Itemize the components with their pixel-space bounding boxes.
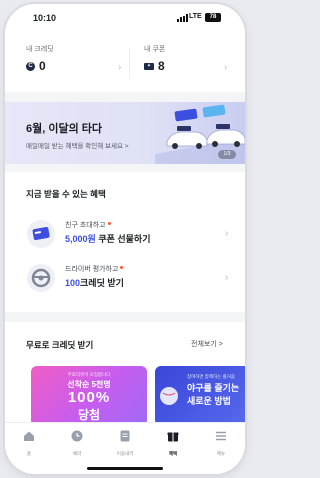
tab-label: 이용내역 [116, 451, 134, 456]
promo-banner[interactable]: 6월, 이달의 타다 매일매일 받는 혜택을 확인해 보세요 > 1/3 [5, 102, 245, 164]
card-small-text: 참여하면 함께하는 즐거움 [187, 374, 236, 379]
benefit-line1: 친구 초대하고 [65, 222, 106, 229]
chevron-right-icon: › [224, 62, 228, 73]
coupon-ticket-icon: ✦ [144, 62, 154, 70]
benefit-line2: 크레딧 받기 [80, 278, 124, 288]
stadium-illustration [160, 387, 178, 405]
card-line3: 당첨 [77, 408, 101, 422]
benefit-highlight: 5,000원 [65, 234, 96, 244]
notification-dot [120, 266, 124, 269]
card-small-text: 무료리뷰어 모집합니다 [67, 372, 111, 377]
tab-benefits[interactable]: 혜택 [153, 429, 193, 457]
card-big-text: 100% [67, 389, 111, 406]
my-coupon[interactable]: 내 쿠폰 ✦ 8 › [144, 44, 245, 84]
chevron-right-icon: › [225, 272, 229, 283]
wallet-summary: 내 크레딧 C 0 › 내 쿠폰 ✦ 8 › [5, 34, 245, 92]
phone-screen: 10:10 LTE 78 내 크레딧 C 0 › 내 쿠폰 ✦ 8 › 6월, … [5, 4, 245, 474]
tab-reservation[interactable]: 예약 [57, 429, 97, 457]
banner-title: 6월, 이달의 타다 [26, 123, 103, 135]
status-time: 10:10 [33, 13, 57, 23]
credit-coin-icon: C [26, 61, 35, 71]
tab-label: 메뉴 [216, 451, 226, 456]
status-bar: 10:10 LTE 78 [5, 4, 245, 34]
banner-page-indicator: 1/3 [218, 150, 236, 159]
benefit-line1: 드라이버 평가하고 [65, 266, 119, 273]
my-coupon-value: 8 [158, 59, 165, 73]
divider [129, 48, 130, 78]
gift-icon [167, 432, 179, 442]
tab-menu[interactable]: 메뉴 [201, 429, 241, 457]
tab-history[interactable]: 이용내역 [105, 429, 145, 457]
menu-icon [216, 431, 226, 441]
tab-home[interactable]: 홈 [9, 429, 49, 457]
tab-label: 혜택 [168, 451, 178, 456]
bottom-tab-bar: 홈 예약 이용내역 혜택 메뉴 [5, 422, 245, 474]
benefit-invite-friend[interactable]: 친구 초대하고 5,000원 쿠폰 선물하기 › [5, 216, 245, 256]
my-credit-value: 0 [39, 59, 46, 73]
benefit-highlight: 100 [65, 278, 81, 288]
clock-icon [71, 430, 83, 442]
benefit-rate-driver[interactable]: 드라이버 평가하고 100크레딧 받기 › [5, 260, 245, 300]
tab-label: 예약 [72, 451, 82, 456]
signal-icon [177, 14, 188, 22]
card-line2: 새로운 방법 [187, 396, 231, 406]
benefits-title: 지금 받을 수 있는 혜택 [26, 189, 106, 199]
my-credit[interactable]: 내 크레딧 C 0 › [26, 44, 136, 84]
my-coupon-label: 내 쿠폰 [144, 46, 166, 53]
benefit-line2: 쿠폰 선물하기 [95, 234, 151, 244]
free-credit-card[interactable]: 참여하면 함께하는 즐거움 야구를 즐기는 새로운 방법 [155, 366, 245, 426]
notification-dot [107, 222, 111, 225]
chevron-right-icon: › [225, 228, 229, 239]
free-credit-card[interactable]: 무료리뷰어 모집합니다 선착순 5천명 100% 당첨 [31, 366, 147, 426]
banner-subtitle: 매일매일 받는 혜택을 확인해 보세요 > [26, 143, 129, 150]
steering-wheel-icon [27, 264, 55, 292]
receipt-icon [120, 430, 130, 442]
home-indicator [87, 467, 163, 470]
see-all-link[interactable]: 전체보기 > [191, 339, 223, 349]
free-credit-section: 무료로 크레딧 받기 전체보기 > 무료리뷰어 모집합니다 선착순 5천명 10… [5, 322, 245, 438]
benefits-section: 지금 받을 수 있는 혜택 친구 초대하고 5,000원 쿠폰 선물하기 › 드… [5, 172, 245, 312]
my-credit-label: 내 크레딧 [26, 46, 54, 53]
status-indicators: LTE 78 [177, 13, 225, 23]
battery-icon: 78 [205, 13, 221, 22]
chevron-right-icon: › [118, 62, 122, 73]
card-line1: 야구를 즐기는 [187, 383, 240, 393]
coupon-card-icon [27, 220, 55, 248]
network-type: LTE [189, 13, 202, 20]
tab-label: 홈 [26, 451, 32, 456]
free-credit-title: 무료로 크레딧 받기 [26, 340, 94, 350]
home-icon [24, 431, 34, 441]
